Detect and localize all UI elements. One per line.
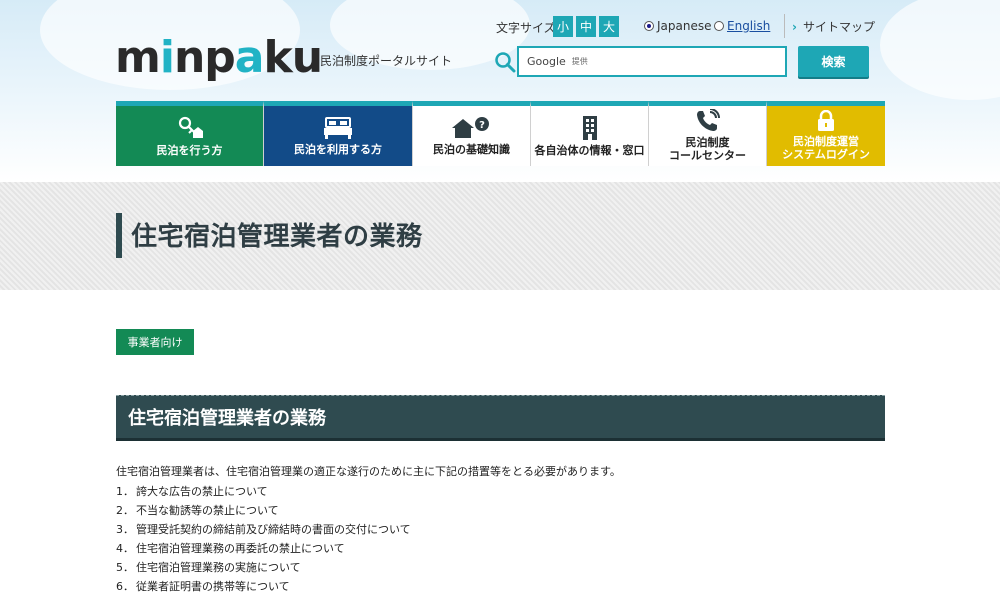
nav-item-basics[interactable]: ? 民泊の基礎知識 (413, 101, 531, 166)
site-logo[interactable]: minpaku (115, 36, 323, 80)
list-item: 3． 管理受託契約の締結前及び締結時の書面の交付について (116, 520, 411, 539)
nav-item-system-login[interactable]: 民泊制度運営 システムログイン (767, 101, 885, 166)
nav-item-label: 民泊を行う方 (156, 143, 223, 157)
lock-icon (818, 110, 834, 132)
bed-icon (324, 116, 352, 139)
main-nav: 民泊を行う方 民泊を利用する方 ? 民泊の基礎知識 各自治体の情報・窓口 民泊制… (116, 101, 885, 166)
nav-item-label-line2: システムログイン (782, 148, 870, 161)
lang-english-link[interactable]: English (727, 19, 770, 33)
search-provider-suffix: 提供 (571, 57, 588, 66)
list-item-text: 住宅宿泊管理業務の実施について (136, 561, 301, 574)
section-heading: 住宅宿泊管理業者の業務 (116, 395, 885, 441)
sitemap-label: サイトマップ (802, 20, 875, 34)
duties-list: 1． 誇大な広告の禁止について 2． 不当な勧誘等の禁止について 3． 管理受託契約の… (116, 482, 411, 594)
nav-item-hosts[interactable]: 民泊を行う方 (116, 101, 264, 166)
phone-icon (696, 109, 720, 132)
list-item-number: 2． (116, 504, 134, 517)
list-item: 6． 従業者証明書の携帯等について (116, 577, 411, 594)
radio-checked-icon[interactable] (644, 21, 654, 31)
chevron-right-icon: › (792, 20, 797, 34)
list-item-number: 5． (116, 561, 134, 574)
lang-english-option[interactable]: English (714, 19, 770, 33)
house-question-icon: ? (451, 116, 489, 138)
list-item-number: 3． (116, 523, 134, 536)
section-intro: 住宅宿泊管理業者は、住宅宿泊管理業の適正な遂行のために主に下記の措置等をとる必要… (116, 465, 621, 478)
list-item-text: 不当な勧誘等の禁止について (136, 504, 279, 517)
nav-item-guests[interactable]: 民泊を利用する方 (264, 101, 413, 166)
list-item-number: 6． (116, 580, 134, 593)
search-input[interactable]: Google 提供 (517, 46, 787, 77)
list-item: 4． 住宅宿泊管理業務の再委託の禁止について (116, 539, 411, 558)
nav-item-municipal[interactable]: 各自治体の情報・窓口 (531, 101, 649, 166)
list-item-number: 4． (116, 542, 134, 555)
nav-item-label: 民泊の基礎知識 (433, 142, 510, 156)
font-size-small-button[interactable]: 小 (553, 16, 573, 37)
building-icon (582, 115, 597, 140)
list-item-number: 1． (116, 485, 134, 498)
radio-unchecked-icon[interactable] (714, 21, 724, 31)
nav-item-call-center[interactable]: 民泊制度 コールセンター (649, 101, 767, 166)
nav-item-label-line2: コールセンター (669, 149, 746, 162)
audience-tag[interactable]: 事業者向け (116, 329, 194, 355)
nav-item-label: 民泊を利用する方 (294, 142, 382, 156)
font-size-label: 文字サイズ (496, 21, 556, 35)
nav-item-label: 各自治体の情報・窓口 (534, 143, 645, 157)
list-item: 2． 不当な勧誘等の禁止について (116, 501, 411, 520)
lang-japanese-option[interactable]: Japanese (644, 19, 712, 33)
list-item: 1． 誇大な広告の禁止について (116, 482, 411, 501)
search-button[interactable]: 検索 (798, 46, 869, 77)
site-header: minpaku 民泊制度ポータルサイト 文字サイズ 小 中 大 Japanese… (0, 0, 1000, 182)
header-divider (784, 14, 785, 38)
sitemap-link[interactable]: › サイトマップ (792, 18, 875, 35)
key-house-icon (178, 116, 203, 138)
list-item-text: 住宅宿泊管理業務の再委託の禁止について (136, 542, 345, 555)
list-item: 5． 住宅宿泊管理業務の実施について (116, 558, 411, 577)
page-title-accent-bar (116, 213, 122, 258)
search-icon (495, 52, 516, 73)
font-size-medium-button[interactable]: 中 (576, 16, 596, 37)
list-item-text: 管理受託契約の締結前及び締結時の書面の交付について (136, 523, 411, 536)
search-provider-label: Google (527, 55, 566, 68)
page-title: 住宅宿泊管理業者の業務 (131, 222, 423, 252)
lang-japanese-label: Japanese (657, 19, 712, 33)
list-item-text: 従業者証明書の携帯等について (136, 580, 290, 593)
site-tagline: 民泊制度ポータルサイト (320, 54, 453, 68)
list-item-text: 誇大な広告の禁止について (136, 485, 268, 498)
svg-text:?: ? (479, 120, 485, 131)
font-size-large-button[interactable]: 大 (599, 16, 619, 37)
